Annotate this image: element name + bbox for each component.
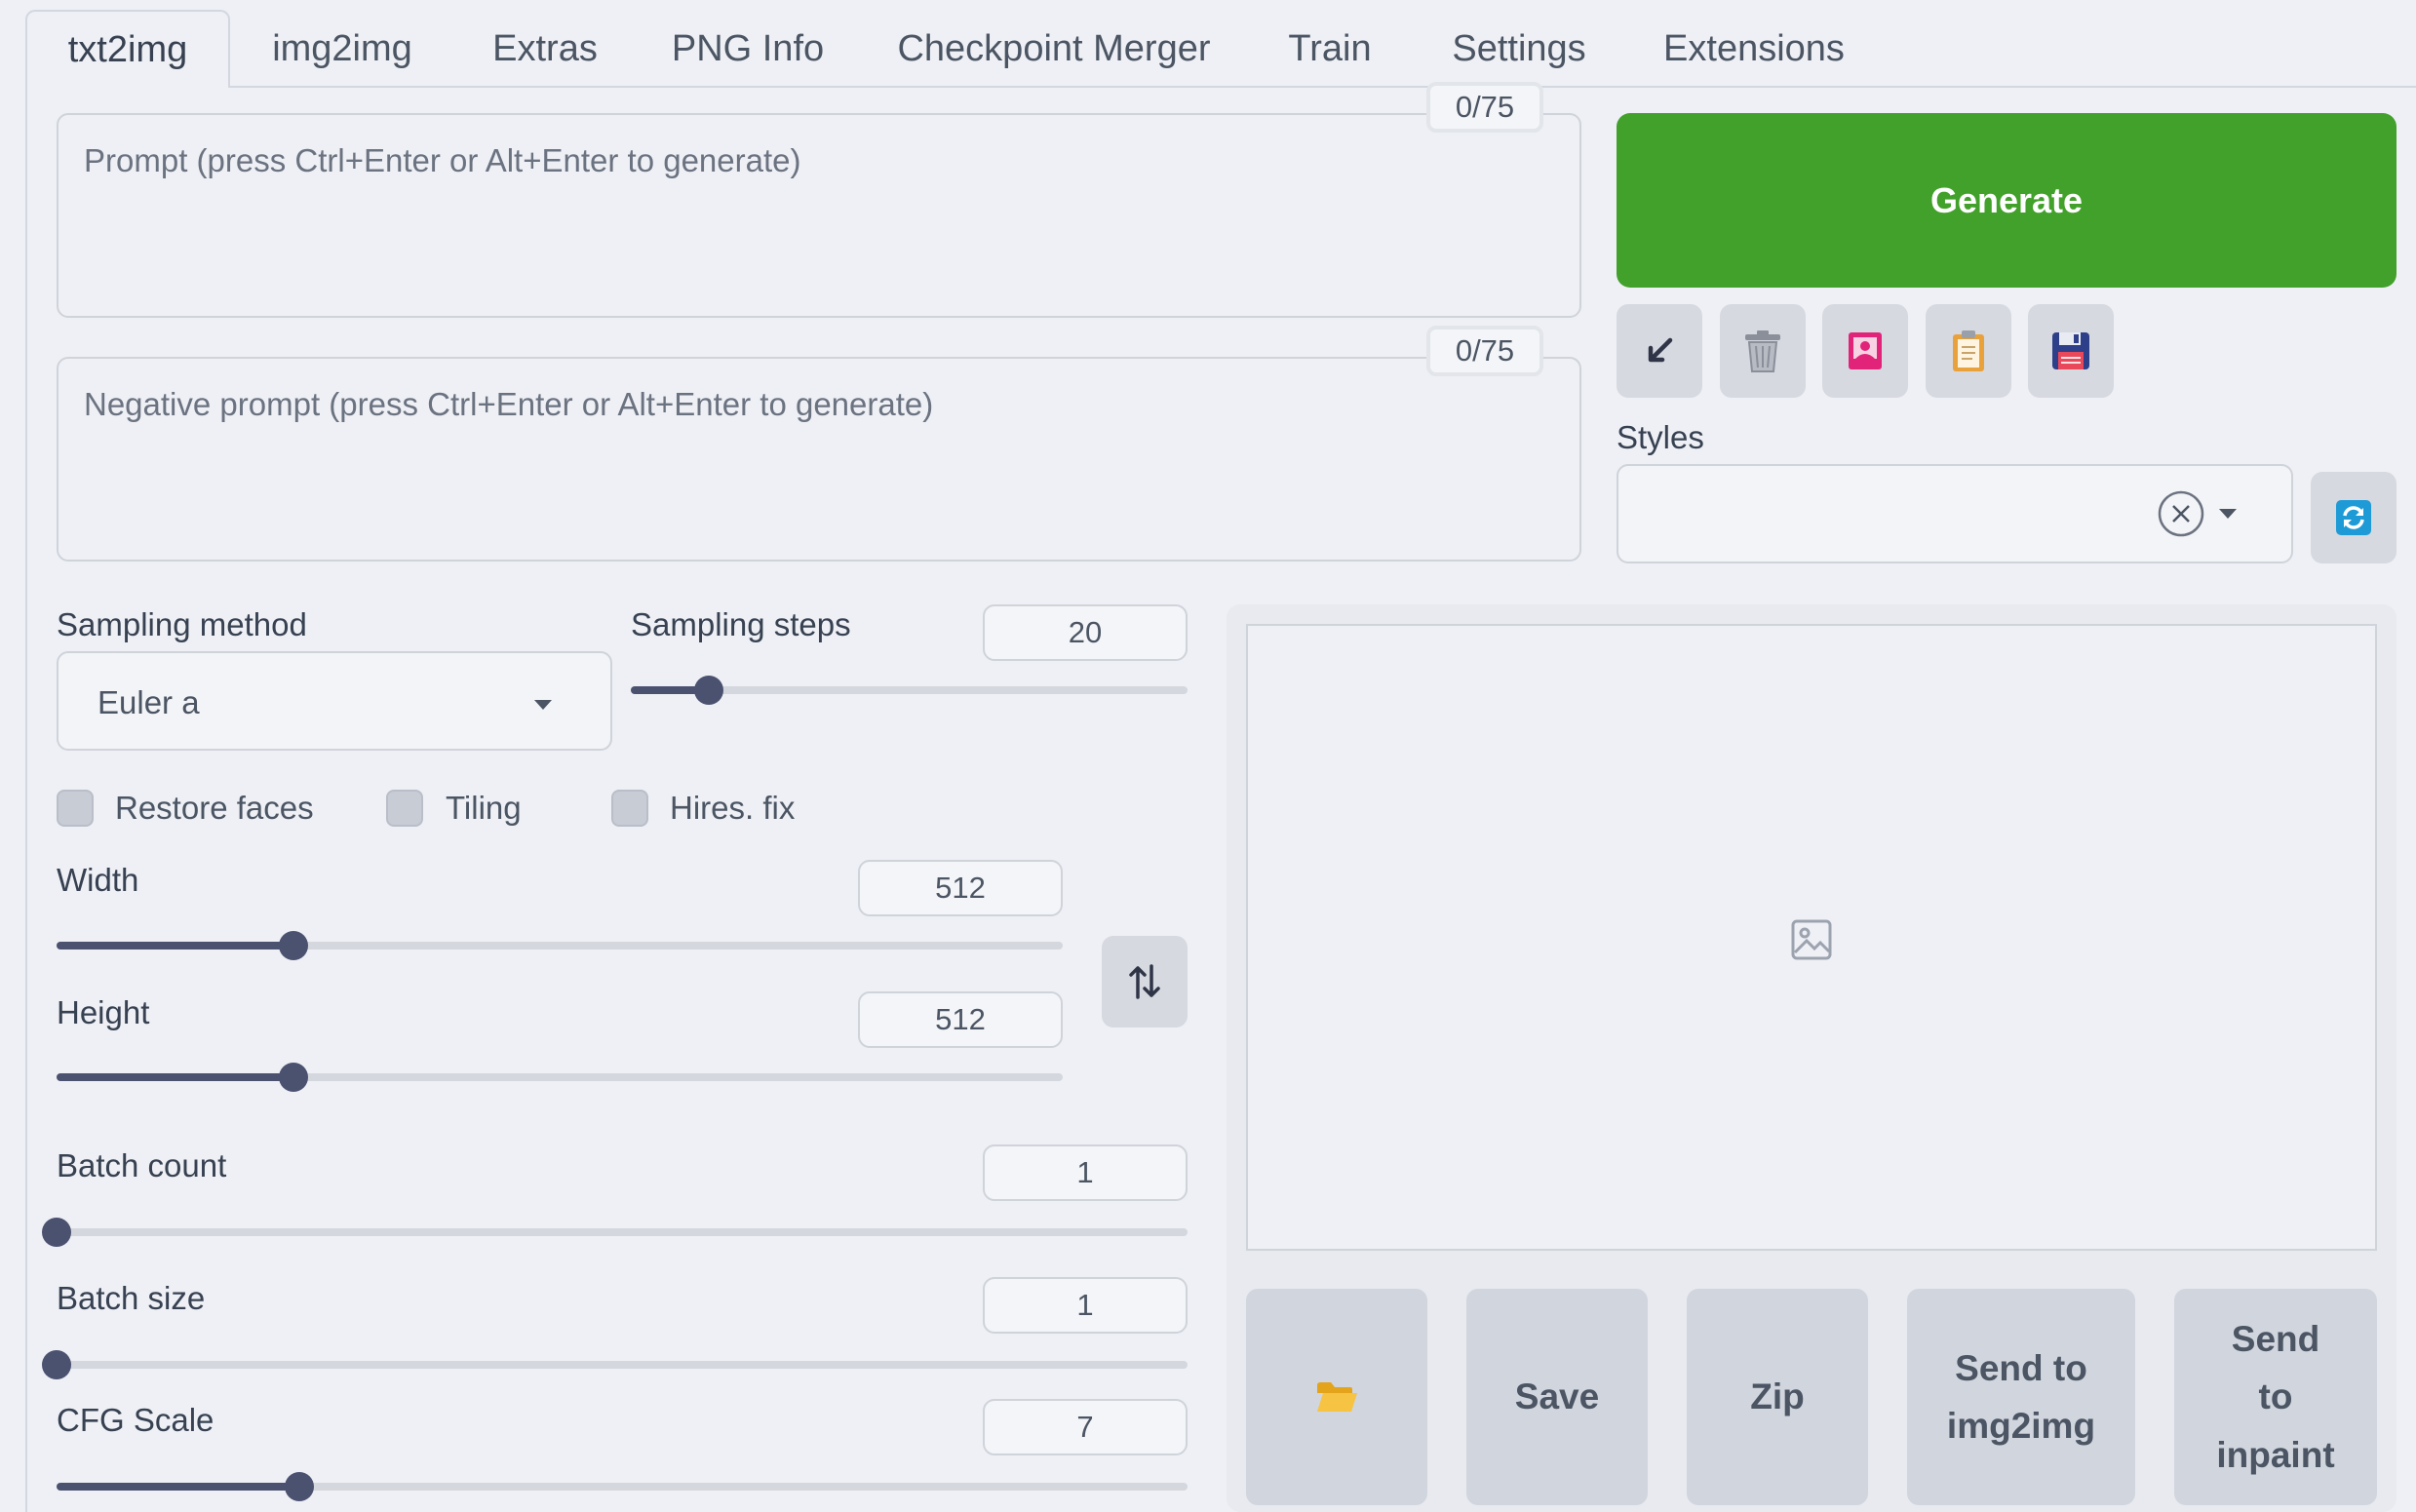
hires-fix-label: Hires. fix bbox=[670, 790, 796, 826]
tab-png-info[interactable]: PNG Info bbox=[657, 10, 838, 88]
send-to-img2img-button[interactable]: Send to img2img bbox=[1907, 1289, 2135, 1505]
send-to-inpaint-button[interactable]: Send to inpaint bbox=[2174, 1289, 2377, 1505]
negative-prompt-input[interactable]: Negative prompt (press Ctrl+Enter or Alt… bbox=[57, 357, 1581, 562]
swap-arrows-icon bbox=[1129, 964, 1160, 999]
prompt-placeholder: Prompt (press Ctrl+Enter or Alt+Enter to… bbox=[84, 142, 801, 178]
chevron-down-icon bbox=[2219, 509, 2237, 519]
swap-dimensions-button[interactable] bbox=[1102, 936, 1188, 1027]
prompt-token-counter: 0/75 bbox=[1426, 82, 1543, 133]
slider-track bbox=[57, 1361, 1188, 1369]
tab-train[interactable]: Train bbox=[1271, 10, 1388, 88]
save-disk-icon bbox=[2052, 332, 2089, 369]
height-input[interactable]: 512 bbox=[858, 991, 1063, 1048]
batch-size-input[interactable]: 1 bbox=[983, 1277, 1188, 1334]
hires-fix-checkbox[interactable] bbox=[611, 790, 648, 827]
negative-prompt-token-counter: 0/75 bbox=[1426, 326, 1543, 376]
tiling-label: Tiling bbox=[446, 790, 522, 826]
batch-count-slider[interactable] bbox=[42, 1218, 1188, 1247]
cfg-scale-input[interactable]: 7 bbox=[983, 1399, 1188, 1455]
tab-img2img[interactable]: img2img bbox=[252, 10, 433, 88]
folder-icon bbox=[1317, 1382, 1357, 1412]
image-placeholder-icon bbox=[1791, 919, 1832, 960]
open-folder-button[interactable] bbox=[1246, 1289, 1427, 1505]
tab-settings[interactable]: Settings bbox=[1429, 10, 1609, 88]
apply-style-button[interactable] bbox=[1926, 304, 2011, 398]
trash-icon bbox=[1745, 330, 1780, 372]
sampling-method-dropdown[interactable]: Euler a bbox=[57, 651, 612, 751]
restore-faces-checkbox[interactable] bbox=[57, 790, 94, 827]
slider-fill bbox=[57, 1483, 299, 1491]
tab-txt2img[interactable]: txt2img bbox=[25, 10, 230, 88]
save-style-button[interactable] bbox=[2028, 304, 2114, 398]
restore-faces-label: Restore faces bbox=[115, 790, 314, 826]
negative-prompt-placeholder: Negative prompt (press Ctrl+Enter or Alt… bbox=[84, 386, 934, 422]
styles-label: Styles bbox=[1617, 419, 1704, 455]
tab-extensions[interactable]: Extensions bbox=[1650, 10, 1858, 88]
read-params-button[interactable] bbox=[1617, 304, 1702, 398]
chevron-down-icon bbox=[534, 700, 552, 710]
sampling-method-label: Sampling method bbox=[57, 606, 307, 642]
height-slider[interactable] bbox=[57, 1063, 1063, 1092]
tab-extras[interactable]: Extras bbox=[474, 10, 616, 88]
cfg-scale-label: CFG Scale bbox=[57, 1402, 214, 1438]
tab-checkpoint-merger[interactable]: Checkpoint Merger bbox=[877, 10, 1230, 88]
output-gallery[interactable] bbox=[1246, 624, 2377, 1251]
styles-dropdown[interactable] bbox=[1617, 464, 2293, 563]
sampling-steps-label: Sampling steps bbox=[631, 606, 851, 642]
clear-prompt-button[interactable] bbox=[1720, 304, 1806, 398]
tiling-checkbox[interactable] bbox=[386, 790, 423, 827]
clear-icon[interactable] bbox=[2157, 489, 2205, 538]
batch-count-label: Batch count bbox=[57, 1147, 227, 1183]
height-label: Height bbox=[57, 994, 150, 1030]
width-label: Width bbox=[57, 862, 139, 898]
batch-size-slider[interactable] bbox=[42, 1350, 1188, 1379]
extra-networks-button[interactable] bbox=[1822, 304, 1908, 398]
batch-size-label: Batch size bbox=[57, 1280, 206, 1316]
picture-icon bbox=[1849, 332, 1882, 369]
save-button[interactable]: Save bbox=[1466, 1289, 1648, 1505]
slider-track bbox=[57, 1228, 1188, 1236]
width-slider[interactable] bbox=[57, 931, 1063, 960]
slider-thumb[interactable] bbox=[279, 1063, 308, 1092]
sampling-method-value: Euler a bbox=[97, 684, 200, 720]
sampling-steps-slider[interactable] bbox=[631, 676, 1188, 705]
slider-thumb[interactable] bbox=[285, 1472, 314, 1501]
arrow-down-left-icon bbox=[1648, 337, 1673, 363]
panel-border bbox=[25, 86, 27, 1512]
refresh-styles-button[interactable] bbox=[2311, 472, 2397, 563]
batch-count-input[interactable]: 1 bbox=[983, 1144, 1188, 1201]
slider-fill bbox=[57, 942, 293, 950]
slider-thumb[interactable] bbox=[694, 676, 723, 705]
slider-thumb[interactable] bbox=[42, 1350, 71, 1379]
zip-button[interactable]: Zip bbox=[1687, 1289, 1868, 1505]
width-input[interactable]: 512 bbox=[858, 860, 1063, 916]
clipboard-icon bbox=[1953, 330, 1984, 371]
prompt-input[interactable]: Prompt (press Ctrl+Enter or Alt+Enter to… bbox=[57, 113, 1581, 318]
generate-button[interactable]: Generate bbox=[1617, 113, 2397, 288]
slider-thumb[interactable] bbox=[42, 1218, 71, 1247]
sampling-steps-input[interactable]: 20 bbox=[983, 604, 1188, 661]
refresh-icon bbox=[2336, 500, 2371, 535]
slider-fill bbox=[57, 1073, 293, 1081]
slider-thumb[interactable] bbox=[279, 931, 308, 960]
cfg-scale-slider[interactable] bbox=[57, 1472, 1188, 1501]
